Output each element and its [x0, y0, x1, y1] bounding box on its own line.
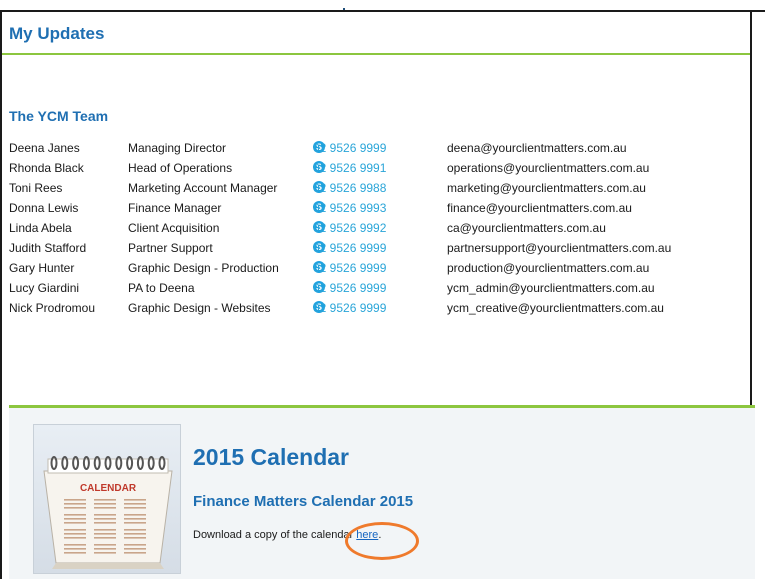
- page-title: My Updates: [9, 24, 105, 43]
- member-name: Nick Prodromou: [9, 301, 96, 315]
- member-phone-number[interactable]: 02 9526 9991: [313, 161, 386, 176]
- member-role: Managing Director: [128, 141, 227, 155]
- member-name: Gary Hunter: [9, 261, 75, 275]
- member-name: Toni Rees: [9, 181, 63, 195]
- member-phone-number[interactable]: 02 9526 9999: [313, 281, 386, 296]
- member-name: Donna Lewis: [9, 201, 79, 215]
- member-email[interactable]: production@yourclientmatters.com.au: [447, 261, 649, 276]
- calendar-month-line: [124, 552, 146, 554]
- member-phone-number[interactable]: 02 9526 9988: [313, 181, 386, 196]
- download-here-link[interactable]: here: [356, 529, 378, 541]
- member-role: PA to Deena: [128, 281, 195, 295]
- calendar-month-line: [64, 533, 86, 535]
- member-role: Partner Support: [128, 241, 213, 255]
- calendar-month-line: [124, 544, 146, 546]
- calendar-panel: CALENDAR 2015 Calendar Finance Matters C…: [9, 408, 755, 579]
- calendar-title: 2015 Calendar: [193, 444, 349, 470]
- member-email[interactable]: ca@yourclientmatters.com.au: [447, 221, 606, 236]
- calendar-month-line: [124, 507, 146, 509]
- member-phone-number[interactable]: 02 9526 9993: [313, 201, 386, 216]
- member-name: Rhonda Black: [9, 161, 84, 175]
- member-email[interactable]: finance@yourclientmatters.com.au: [447, 201, 632, 216]
- calendar-month-line: [124, 499, 146, 501]
- calendar-month-line: [64, 499, 86, 501]
- member-phone-number[interactable]: 02 9526 9999: [313, 241, 386, 256]
- calendar-illustration: CALENDAR: [43, 456, 173, 569]
- member-role: Head of Operations: [128, 161, 233, 175]
- calendar-month-line: [64, 514, 86, 516]
- team-heading: The YCM Team: [9, 108, 109, 124]
- member-email[interactable]: deena@yourclientmatters.com.au: [447, 141, 627, 156]
- calendar-month-line: [64, 552, 86, 554]
- member-email[interactable]: marketing@yourclientmatters.com.au: [447, 181, 646, 196]
- calendar-month-line: [64, 548, 86, 550]
- calendar-month-line: [94, 537, 116, 539]
- calendar-month-line: [64, 522, 86, 524]
- calendar-image-label: CALENDAR: [80, 483, 137, 494]
- window-top-border: [0, 0, 765, 12]
- member-role: Client Acquisition: [128, 221, 220, 235]
- calendar-month-line: [124, 514, 146, 516]
- calendar-month-line: [64, 544, 86, 546]
- calendar-month-line: [124, 537, 146, 539]
- calendar-month-line: [64, 518, 86, 520]
- member-phone-number[interactable]: 02 9526 9999: [313, 261, 386, 276]
- calendar-month-line: [94, 533, 116, 535]
- calendar-month-line: [64, 537, 86, 539]
- member-role: Marketing Account Manager: [128, 181, 278, 195]
- calendar-month-line: [94, 518, 116, 520]
- calendar-month-line: [124, 529, 146, 531]
- calendar-subtitle: Finance Matters Calendar 2015: [193, 493, 414, 510]
- member-email[interactable]: ycm_admin@yourclientmatters.com.au: [447, 281, 655, 296]
- member-email[interactable]: ycm_creative@yourclientmatters.com.au: [447, 301, 664, 316]
- member-email[interactable]: partnersupport@yourclientmatters.com.au: [447, 241, 671, 256]
- member-role: Finance Manager: [128, 201, 222, 215]
- calendar-month-line: [124, 548, 146, 550]
- calendar-month-line: [94, 548, 116, 550]
- top-marker: [343, 8, 345, 10]
- calendar-month-line: [124, 503, 146, 505]
- calendar-month-line: [94, 499, 116, 501]
- member-name: Lucy Giardini: [9, 281, 80, 295]
- calendar-month-line: [124, 522, 146, 524]
- calendar-month-line: [94, 514, 116, 516]
- calendar-month-line: [64, 529, 86, 531]
- calendar-month-line: [94, 503, 116, 505]
- member-name: Judith Stafford: [9, 241, 87, 255]
- member-email[interactable]: operations@yourclientmatters.com.au: [447, 161, 649, 176]
- calendar-month-line: [94, 544, 116, 546]
- member-phone-number[interactable]: 02 9526 9992: [313, 221, 386, 236]
- left-border: [0, 10, 2, 579]
- calendar-month-line: [64, 507, 86, 509]
- member-name: Linda Abela: [9, 221, 72, 235]
- member-role: Graphic Design - Websites: [128, 301, 271, 315]
- member-phone-number[interactable]: 02 9526 9999: [313, 301, 386, 316]
- calendar-month-line: [94, 507, 116, 509]
- member-role: Graphic Design - Production: [128, 261, 279, 275]
- calendar-month-line: [124, 533, 146, 535]
- member-phone-number[interactable]: 02 9526 9999: [313, 141, 386, 156]
- calendar-month-line: [94, 552, 116, 554]
- desk-calendar-image: CALENDAR: [33, 424, 181, 574]
- calendar-month-line: [64, 503, 86, 505]
- calendar-month-line: [124, 518, 146, 520]
- download-suffix: .: [378, 529, 382, 541]
- calendar-month-line: [94, 522, 116, 524]
- download-text: Download a copy of the calendar: [193, 529, 357, 541]
- calendar-download-text: Download a copy of the calendar here.: [193, 529, 381, 541]
- calendar-month-line: [94, 529, 116, 531]
- member-name: Deena Janes: [9, 141, 80, 155]
- title-divider: [2, 53, 750, 55]
